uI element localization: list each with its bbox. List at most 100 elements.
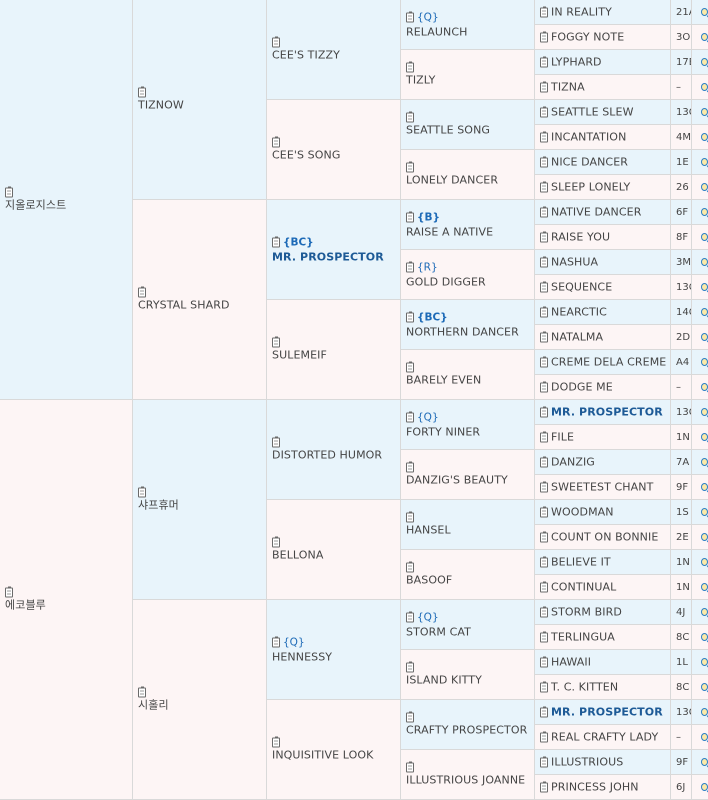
horse-name-link[interactable]: CREME DELA CREME: [551, 355, 666, 370]
magnifier-icon[interactable]: [701, 433, 708, 441]
horse-name-link[interactable]: CRAFTY PROSPECTOR: [406, 722, 532, 737]
horse-name-link[interactable]: ILLUSTRIOUS: [551, 755, 623, 770]
horse-name-link[interactable]: SWEETEST CHANT: [551, 480, 653, 495]
horse-name-link[interactable]: SEQUENCE: [551, 280, 612, 295]
clipboard-icon[interactable]: [540, 731, 548, 742]
horse-name-link[interactable]: TERLINGUA: [551, 630, 615, 645]
horse-name-link[interactable]: BARELY EVEN: [406, 372, 532, 387]
magnifier-icon[interactable]: [701, 733, 708, 741]
clipboard-icon[interactable]: [272, 536, 280, 547]
clipboard-icon[interactable]: [406, 311, 414, 322]
clipboard-icon[interactable]: [540, 531, 548, 542]
magnifier-icon[interactable]: [701, 783, 708, 791]
horse-name-link[interactable]: NORTHERN DANCER: [406, 324, 532, 339]
clipboard-icon[interactable]: [540, 606, 548, 617]
clipboard-icon[interactable]: [406, 511, 414, 522]
horse-name-link[interactable]: 샤프휴머: [138, 497, 264, 512]
clipboard-icon[interactable]: [406, 361, 414, 372]
horse-name-link[interactable]: BASOOF: [406, 572, 532, 587]
horse-name-link[interactable]: INCANTATION: [551, 130, 626, 145]
clipboard-icon[interactable]: [406, 611, 414, 622]
clipboard-icon[interactable]: [406, 261, 414, 272]
magnifier-icon[interactable]: [701, 183, 708, 191]
horse-name-link[interactable]: FOGGY NOTE: [551, 30, 624, 45]
horse-name-link[interactable]: TIZNA: [551, 80, 585, 95]
clipboard-icon[interactable]: [272, 36, 280, 47]
clipboard-icon[interactable]: [540, 306, 548, 317]
magnifier-icon[interactable]: [701, 83, 708, 91]
clipboard-icon[interactable]: [540, 181, 548, 192]
horse-name-link[interactable]: DANZIG'S BEAUTY: [406, 472, 532, 487]
magnifier-icon[interactable]: [701, 658, 708, 666]
magnifier-icon[interactable]: [701, 58, 708, 66]
clipboard-icon[interactable]: [540, 231, 548, 242]
horse-name-link[interactable]: MR. PROSPECTOR: [272, 249, 398, 264]
clipboard-icon[interactable]: [406, 111, 414, 122]
magnifier-icon[interactable]: [701, 558, 708, 566]
horse-name-link[interactable]: BELLONA: [272, 547, 398, 562]
clipboard-icon[interactable]: [540, 106, 548, 117]
magnifier-icon[interactable]: [701, 358, 708, 366]
clipboard-icon[interactable]: [540, 356, 548, 367]
horse-name-link[interactable]: CEE'S SONG: [272, 147, 398, 162]
magnifier-icon[interactable]: [701, 258, 708, 266]
clipboard-icon[interactable]: [540, 631, 548, 642]
magnifier-icon[interactable]: [701, 483, 708, 491]
horse-name-link[interactable]: DODGE ME: [551, 380, 613, 395]
horse-name-link[interactable]: HANSEL: [406, 522, 532, 537]
clipboard-icon[interactable]: [540, 81, 548, 92]
clipboard-icon[interactable]: [406, 11, 414, 22]
magnifier-icon[interactable]: [701, 33, 708, 41]
horse-name-link[interactable]: ISLAND KITTY: [406, 672, 532, 687]
horse-name-link[interactable]: T. C. KITTEN: [551, 680, 618, 695]
horse-name-link[interactable]: 에코블루: [5, 597, 130, 612]
horse-name-link[interactable]: TIZNOW: [138, 97, 264, 112]
clipboard-icon[interactable]: [5, 186, 13, 197]
clipboard-icon[interactable]: [406, 761, 414, 772]
clipboard-icon[interactable]: [540, 6, 548, 17]
clipboard-icon[interactable]: [540, 406, 548, 417]
magnifier-icon[interactable]: [701, 708, 708, 716]
clipboard-icon[interactable]: [540, 556, 548, 567]
clipboard-icon[interactable]: [272, 336, 280, 347]
clipboard-icon[interactable]: [540, 681, 548, 692]
magnifier-icon[interactable]: [701, 8, 708, 16]
horse-name-link[interactable]: SLEEP LONELY: [551, 180, 630, 195]
clipboard-icon[interactable]: [540, 481, 548, 492]
clipboard-icon[interactable]: [540, 256, 548, 267]
clipboard-icon[interactable]: [540, 56, 548, 67]
clipboard-icon[interactable]: [540, 756, 548, 767]
horse-name-link[interactable]: FORTY NINER: [406, 424, 532, 439]
clipboard-icon[interactable]: [406, 461, 414, 472]
horse-name-link[interactable]: ILLUSTRIOUS JOANNE: [406, 772, 532, 787]
clipboard-icon[interactable]: [138, 86, 146, 97]
horse-name-link[interactable]: HAWAII: [551, 655, 591, 670]
clipboard-icon[interactable]: [138, 486, 146, 497]
magnifier-icon[interactable]: [701, 308, 708, 316]
magnifier-icon[interactable]: [701, 458, 708, 466]
clipboard-icon[interactable]: [540, 131, 548, 142]
horse-name-link[interactable]: 지올로지스트: [5, 197, 130, 212]
horse-name-link[interactable]: MR. PROSPECTOR: [551, 405, 663, 420]
magnifier-icon[interactable]: [701, 233, 708, 241]
horse-name-link[interactable]: REAL CRAFTY LADY: [551, 730, 658, 745]
horse-name-link[interactable]: MR. PROSPECTOR: [551, 705, 663, 720]
magnifier-icon[interactable]: [701, 283, 708, 291]
horse-name-link[interactable]: SEATTLE SONG: [406, 122, 532, 137]
horse-name-link[interactable]: GOLD DIGGER: [406, 274, 532, 289]
magnifier-icon[interactable]: [701, 583, 708, 591]
magnifier-icon[interactable]: [701, 758, 708, 766]
horse-name-link[interactable]: LYPHARD: [551, 55, 602, 70]
magnifier-icon[interactable]: [701, 633, 708, 641]
clipboard-icon[interactable]: [5, 586, 13, 597]
clipboard-icon[interactable]: [540, 431, 548, 442]
horse-name-link[interactable]: SULEMEIF: [272, 347, 398, 362]
horse-name-link[interactable]: CRYSTAL SHARD: [138, 297, 264, 312]
horse-name-link[interactable]: BELIEVE IT: [551, 555, 611, 570]
magnifier-icon[interactable]: [701, 383, 708, 391]
clipboard-icon[interactable]: [540, 331, 548, 342]
clipboard-icon[interactable]: [272, 236, 280, 247]
horse-name-link[interactable]: IN REALITY: [551, 5, 612, 20]
horse-name-link[interactable]: CEE'S TIZZY: [272, 47, 398, 62]
horse-name-link[interactable]: NATIVE DANCER: [551, 205, 641, 220]
